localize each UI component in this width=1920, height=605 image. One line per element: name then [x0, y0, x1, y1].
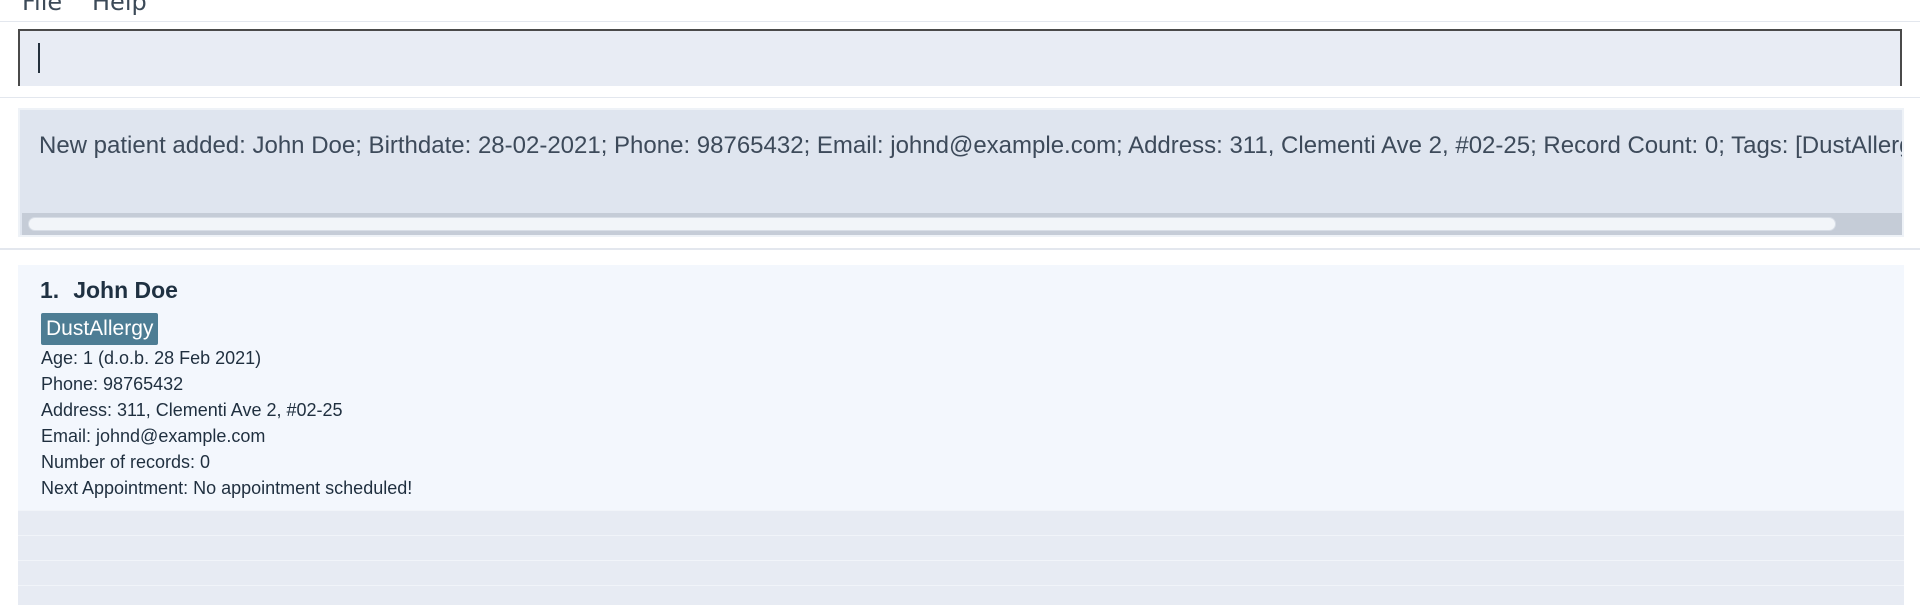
patient-list[interactable]: 1. John Doe DustAllergy Age: 1 (d.o.b. 28…: [18, 265, 1904, 605]
scrollbar-thumb[interactable]: [28, 217, 1836, 231]
empty-list-row: [18, 535, 1904, 561]
menu-help[interactable]: Help: [92, 0, 147, 16]
tag-badge: DustAllergy: [41, 313, 159, 345]
empty-list-row: [18, 560, 1904, 586]
horizontal-scrollbar[interactable]: [22, 213, 1902, 235]
patient-list-container: 1. John Doe DustAllergy Age: 1 (d.o.b. 28…: [0, 250, 1920, 605]
patient-name: John Doe: [73, 277, 178, 303]
patient-card[interactable]: 1. John Doe DustAllergy Age: 1 (d.o.b. 28…: [18, 265, 1904, 510]
patient-address: Address: 311, Clementi Ave 2, #02-25: [41, 400, 343, 420]
patient-index: 1.: [40, 277, 60, 303]
patient-next-appointment: Next Appointment: No appointment schedul…: [41, 478, 413, 498]
menu-bar: File Help: [0, 0, 1920, 22]
app-window: File Help New patient added: John Doe; B…: [0, 0, 1920, 605]
patient-record-count: Number of records: 0: [41, 452, 211, 472]
command-box[interactable]: [18, 29, 1902, 86]
patient-title: 1. John Doe: [40, 277, 178, 304]
command-box-container: [0, 22, 1920, 98]
menu-file[interactable]: File: [22, 0, 62, 16]
command-input[interactable]: [42, 39, 1886, 81]
result-display: New patient added: John Doe; Birthdate: …: [18, 108, 1904, 237]
empty-list-row: [18, 585, 1904, 605]
patient-email: Email: johnd@example.com: [41, 426, 266, 446]
patient-phone: Phone: 98765432: [41, 374, 184, 394]
patient-age: Age: 1 (d.o.b. 28 Feb 2021): [41, 348, 262, 368]
empty-list-row: [18, 510, 1904, 536]
text-caret: [38, 43, 40, 73]
result-message: New patient added: John Doe; Birthdate: …: [39, 132, 1904, 159]
result-display-container: New patient added: John Doe; Birthdate: …: [0, 98, 1920, 250]
